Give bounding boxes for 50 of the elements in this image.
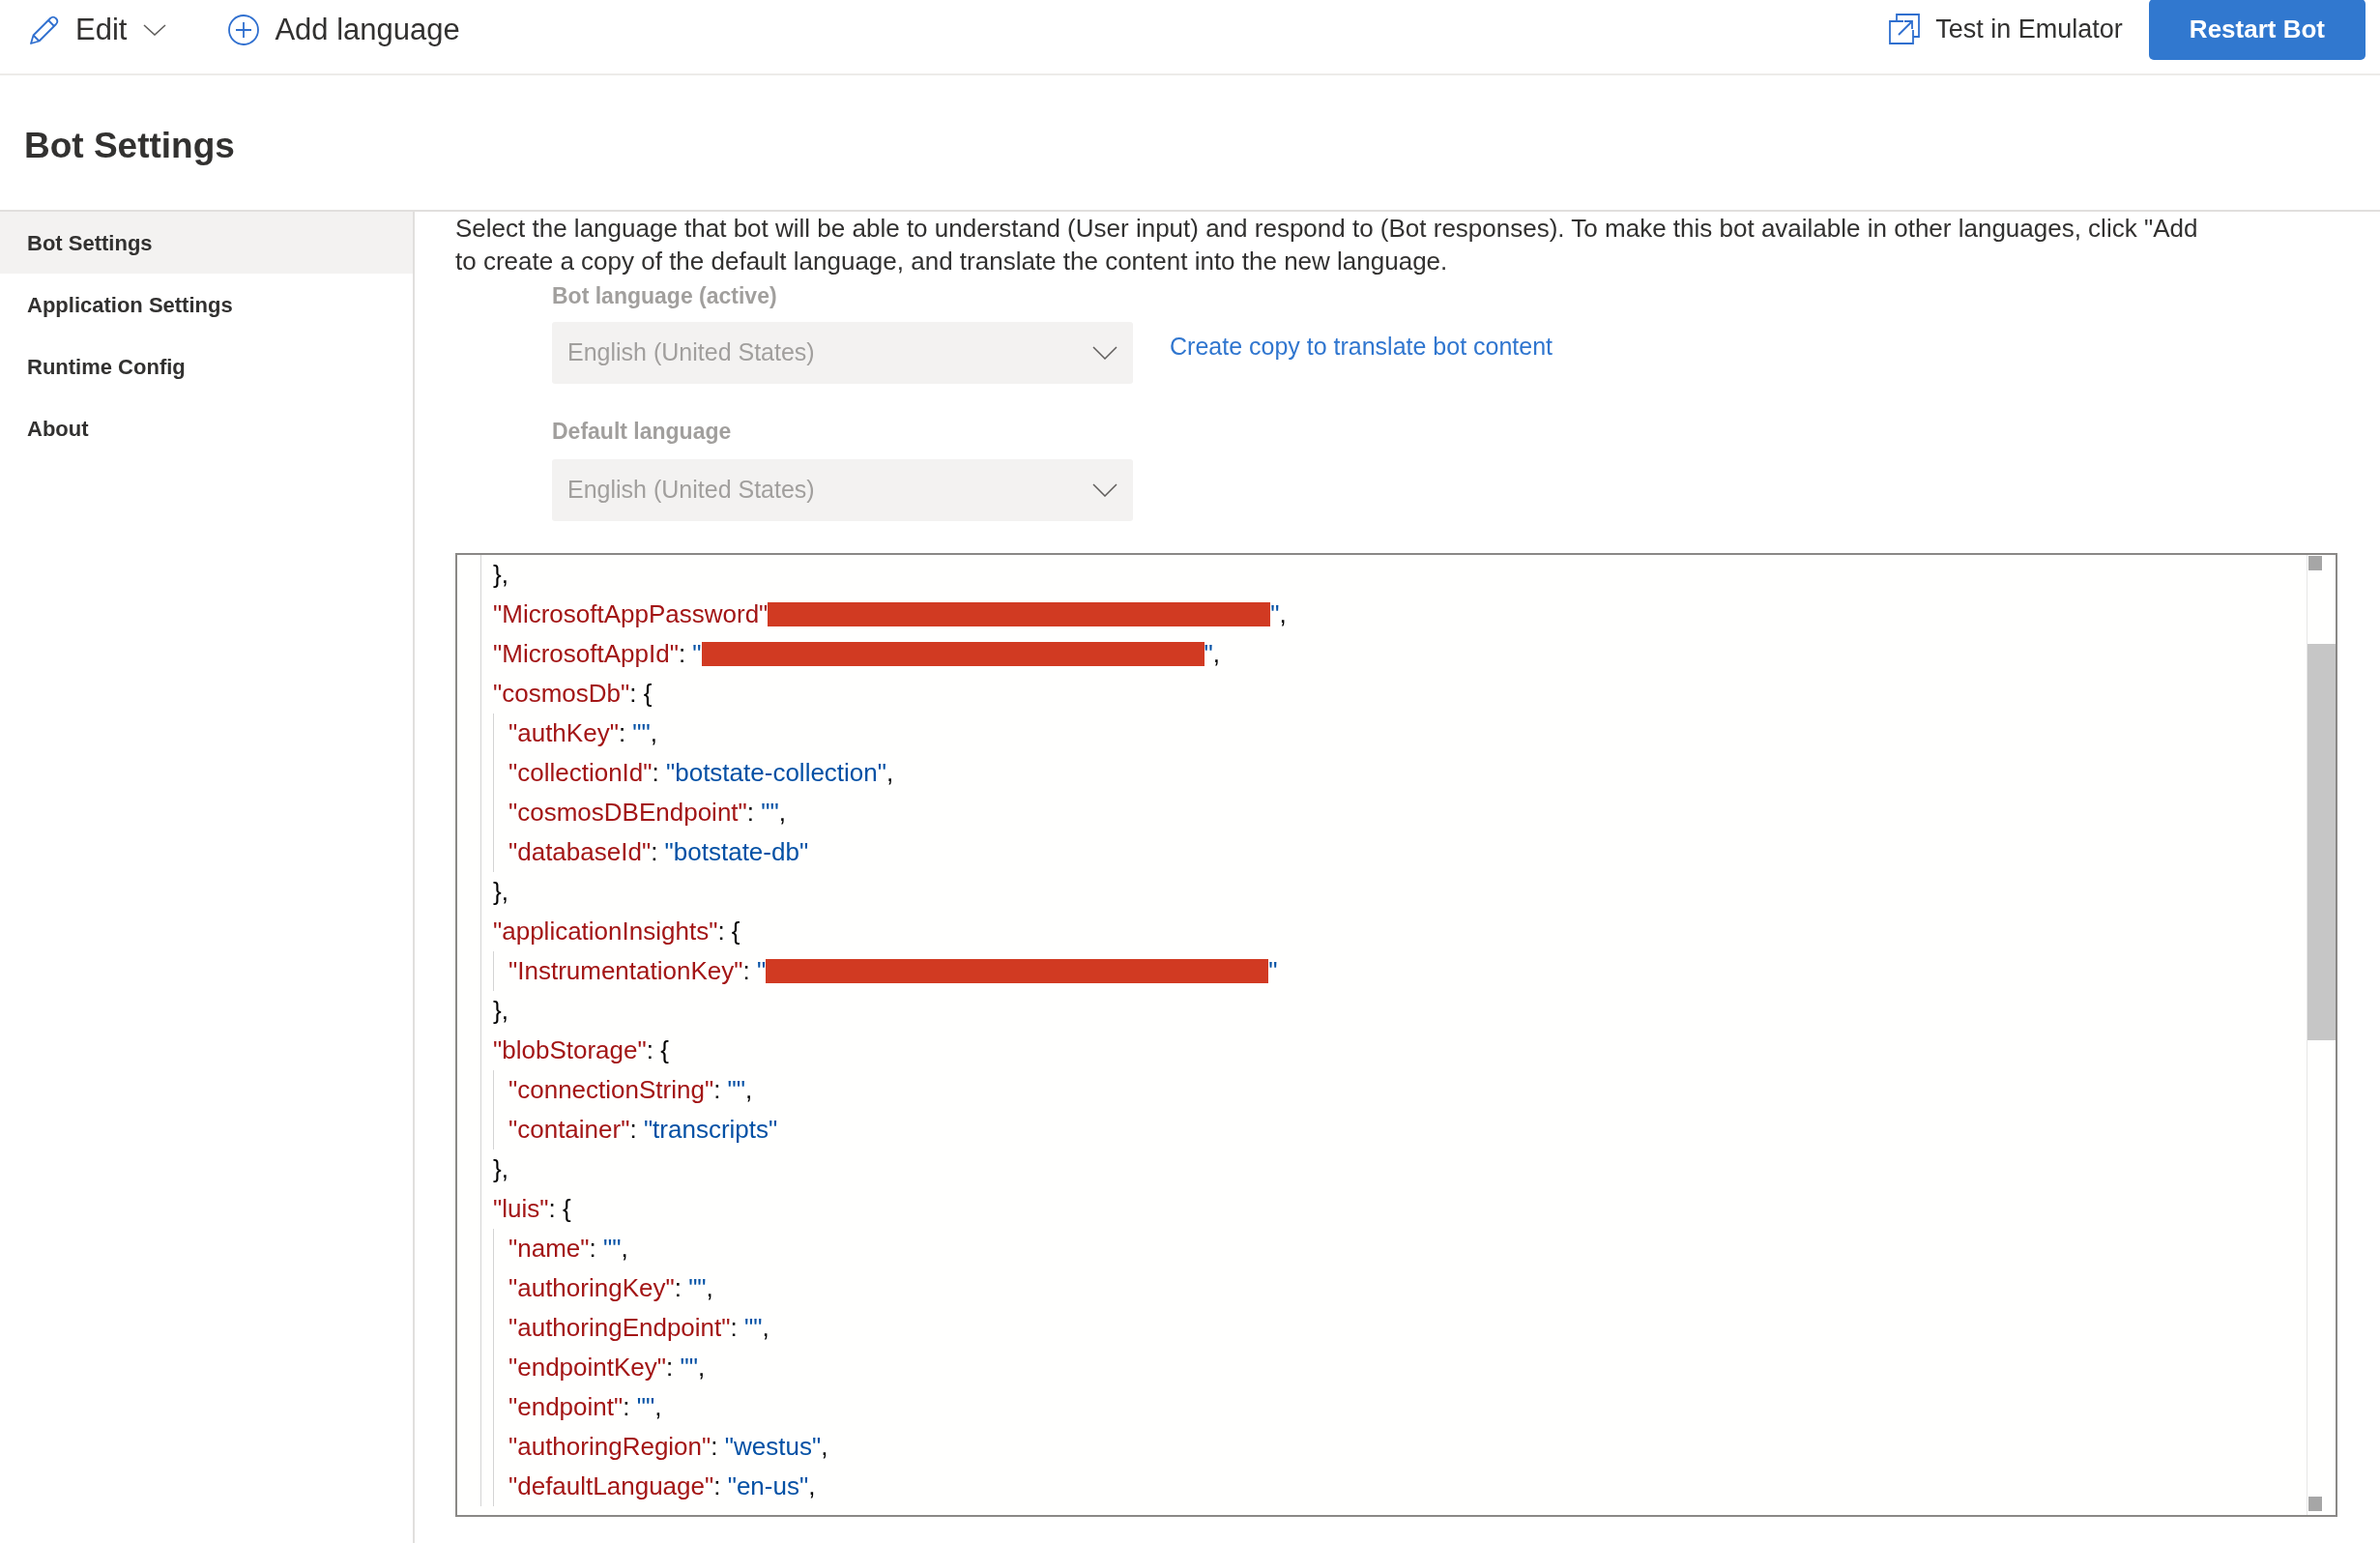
code-line: "endpointKey": "", bbox=[508, 1352, 706, 1383]
edit-menu-button[interactable]: Edit bbox=[29, 11, 167, 48]
sidebar-item[interactable]: Bot Settings bbox=[0, 212, 413, 274]
caret-icon bbox=[143, 23, 167, 36]
code-line: "applicationInsights": { bbox=[493, 916, 740, 947]
code-text: "MicrosoftAppId": " bbox=[493, 638, 702, 670]
code-line: }, bbox=[493, 559, 508, 591]
primary-button[interactable]: Restart Bot bbox=[2148, 0, 2365, 60]
field-label: Default language bbox=[552, 418, 732, 446]
code-line: "connectionString": "", bbox=[508, 1074, 753, 1106]
code-line: "cosmosDb": { bbox=[493, 678, 653, 710]
code-line: "collectionId": "botstate-collection", bbox=[508, 757, 894, 789]
code-line: }, bbox=[493, 1153, 508, 1185]
code-line: "defaultLanguage": "en-us", bbox=[508, 1470, 816, 1502]
code-line: "blobStorage": { bbox=[493, 1034, 669, 1066]
code-line: "authKey": "", bbox=[508, 717, 658, 749]
add-button[interactable]: Add language bbox=[228, 11, 460, 48]
pencil-icon bbox=[29, 14, 60, 45]
code-editor[interactable] bbox=[455, 553, 2337, 1517]
code-text: ", bbox=[1204, 638, 1221, 670]
code-line: "luis": { bbox=[493, 1193, 571, 1225]
code-text: "MicrosoftAppPassword" bbox=[493, 598, 769, 630]
plus-circle-icon bbox=[228, 14, 260, 45]
description-text: Select the language that bot will be able to understand (User input) and respond to (Bot responses). To make this bot available in other languages, click "Add to create a copy of the default language, and translate the content into the new language. bbox=[455, 213, 2199, 277]
sidebar-item[interactable]: About bbox=[0, 397, 413, 459]
emulator-button[interactable]: Test in Emulator bbox=[1889, 14, 2123, 45]
chevron-down-icon bbox=[1092, 346, 1117, 360]
marker-icon bbox=[2308, 556, 2322, 570]
code-line: "databaseId": "botstate-db" bbox=[508, 836, 809, 868]
field-label: Bot language (active) bbox=[552, 282, 777, 310]
code-line: }, bbox=[493, 876, 508, 908]
sidebar-item[interactable]: Application Settings bbox=[0, 274, 413, 335]
marker-icon bbox=[2308, 1497, 2322, 1511]
code-text: "InstrumentationKey": " bbox=[508, 955, 767, 987]
sidebar-item[interactable]: Runtime Config bbox=[0, 335, 413, 397]
code-line: "endpoint": "", bbox=[508, 1391, 662, 1423]
code-text: " bbox=[1268, 955, 1278, 987]
page-title: Bot Settings bbox=[24, 124, 235, 167]
code-line: "container": "transcripts" bbox=[508, 1114, 778, 1146]
code-line: "authoringEndpoint": "", bbox=[508, 1312, 769, 1344]
code-line: }, bbox=[493, 995, 508, 1027]
code-line: "cosmosDBEndpoint": "", bbox=[508, 797, 786, 829]
external-window-icon bbox=[1889, 14, 1921, 45]
code-line: "name": "", bbox=[508, 1233, 628, 1265]
scrollbar-thumb[interactable] bbox=[2307, 644, 2336, 1040]
code-text: ", bbox=[1270, 598, 1287, 630]
chevron-down-icon bbox=[1092, 483, 1117, 497]
scrollbar[interactable] bbox=[2307, 555, 2336, 1515]
code-line: "authoringKey": "", bbox=[508, 1272, 713, 1304]
code-line: "authoringRegion": "westus", bbox=[508, 1431, 828, 1463]
